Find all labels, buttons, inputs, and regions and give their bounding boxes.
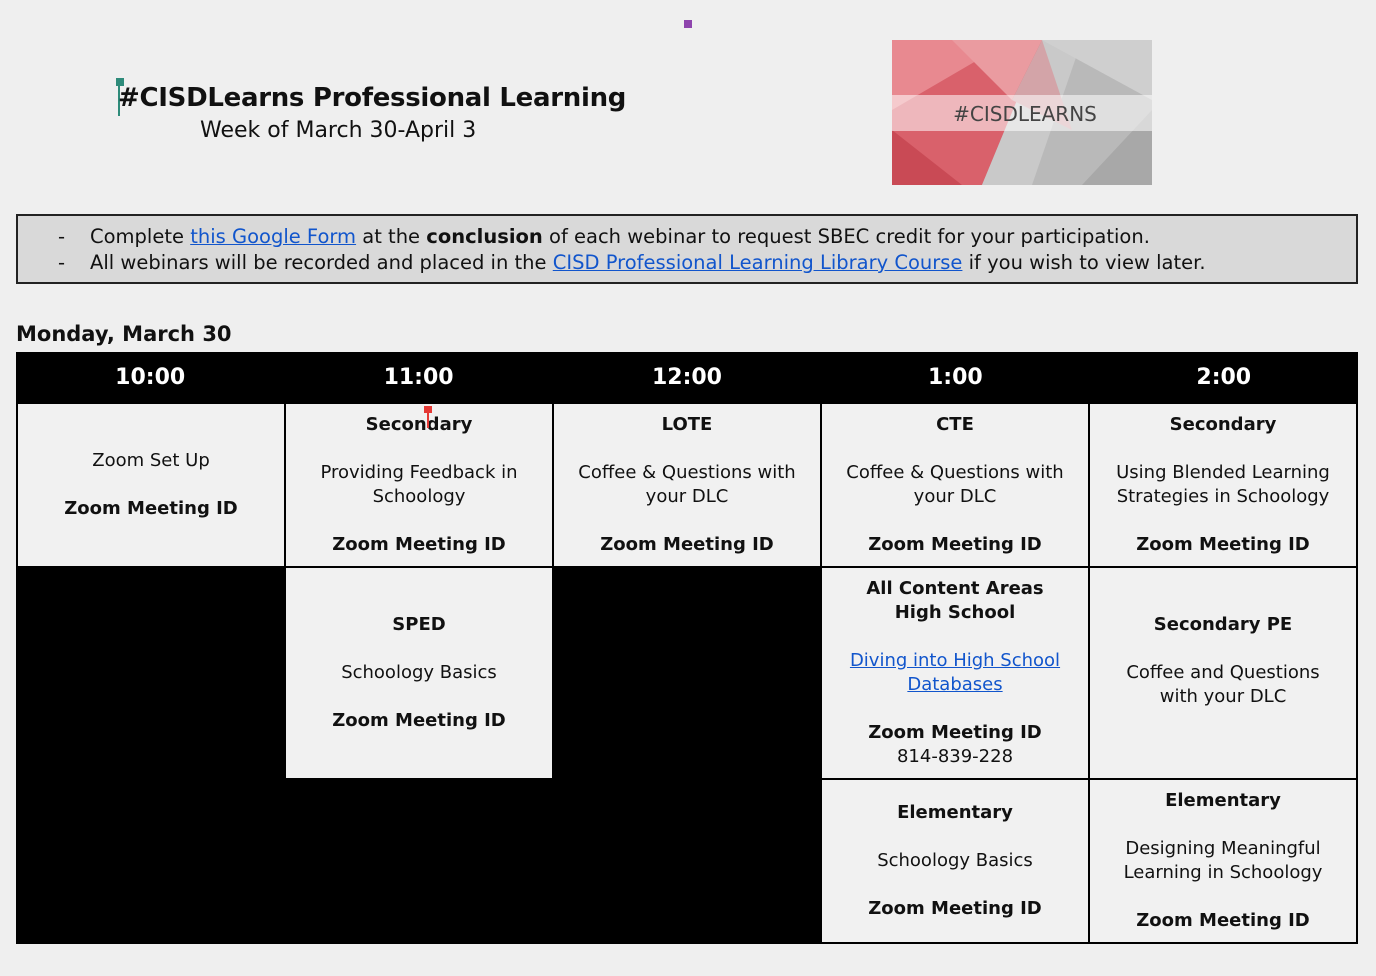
session-cell: Secondary PE Coffee and Questions with y… <box>1090 568 1356 778</box>
zoom-meeting-id-label[interactable]: Zoom Meeting ID <box>1136 909 1310 933</box>
session-title: Coffee & Questions with your DLC <box>846 462 1064 507</box>
databases-course-link[interactable]: Diving into High School Databases <box>840 649 1070 697</box>
session-audience: Secondary PE <box>1153 614 1293 635</box>
session-audience: All Content Areas High School <box>866 578 1044 623</box>
notice-box: - Complete this Google Form at the concl… <box>16 214 1358 284</box>
session-audience: SPED <box>392 614 446 635</box>
session-audience: Elementary <box>897 802 1013 823</box>
zoom-meeting-id-label[interactable]: Zoom Meeting ID <box>332 533 506 557</box>
session-audience: Elementary <box>1165 790 1281 811</box>
time-header-1: 1:00 <box>928 364 983 390</box>
notice-line-1: - Complete this Google Form at the concl… <box>18 224 1356 250</box>
session-title: Providing Feedback in Schoology <box>320 462 518 507</box>
session-audience: LOTE <box>661 414 713 435</box>
time-header-12: 12:00 <box>651 364 722 390</box>
zoom-meeting-id-label[interactable]: Zoom Meeting ID <box>332 709 506 733</box>
page-subtitle: Week of March 30-April 3 <box>200 118 477 143</box>
session-title: Coffee and Questions with your DLC <box>1126 662 1320 707</box>
zoom-meeting-id-label[interactable]: Zoom Meeting ID <box>64 497 238 521</box>
notice-2-suffix: if you wish to view later. <box>962 251 1206 274</box>
session-cell: SPED Schoology Basics Zoom Meeting ID <box>286 568 552 778</box>
time-header-row: 10:00 11:00 12:00 1:00 2:00 <box>16 352 1358 402</box>
zoom-meeting-id-label[interactable]: Zoom Meeting ID <box>868 533 1042 557</box>
zoom-meeting-id-label[interactable]: Zoom Meeting ID <box>1136 533 1310 557</box>
title-block: #CISDLearns Professional Learning Week o… <box>118 78 627 148</box>
zoom-meeting-id-number: 814-839-228 <box>896 746 1014 767</box>
notice-2-prefix: All webinars will be recorded and placed… <box>90 251 553 274</box>
time-header-11: 11:00 <box>383 364 454 390</box>
session-cell: Secondary Using Blended Learning Strateg… <box>1090 404 1356 566</box>
session-cell: CTE Coffee & Questions with your DLC Zoo… <box>822 404 1088 566</box>
session-audience: Secondary <box>1169 414 1277 435</box>
zoom-meeting-id-label[interactable]: Zoom Meeting ID <box>868 721 1042 745</box>
session-cell: Secondary Providing Feedback in Schoolog… <box>286 404 552 566</box>
bullet-dash: - <box>58 251 66 274</box>
page-title: #CISDLearns Professional Learning <box>118 83 627 113</box>
time-header-10: 10:00 <box>115 364 186 390</box>
notice-1-prefix: Complete <box>90 225 191 248</box>
zoom-meeting-id-label[interactable]: Zoom Meeting ID <box>868 897 1042 921</box>
notice-1-bold: conclusion <box>426 225 543 248</box>
anchor-marker <box>684 20 692 28</box>
session-title: Using Blended Learning Strategies in Sch… <box>1116 462 1330 507</box>
google-form-link[interactable]: this Google Form <box>190 224 356 250</box>
notice-line-2: - All webinars will be recorded and plac… <box>18 250 1356 276</box>
comment-marker-stem <box>427 412 429 428</box>
bullet-dash: - <box>58 225 66 248</box>
session-title: Schoology Basics <box>341 662 497 683</box>
zoom-meeting-id-label[interactable]: Zoom Meeting ID <box>600 533 774 557</box>
notice-1-mid: at the <box>356 225 427 248</box>
library-course-link[interactable]: CISD Professional Learning Library Cours… <box>553 250 963 276</box>
schedule-table: 10:00 11:00 12:00 1:00 2:00 Zoom Set Up … <box>16 352 1358 944</box>
notice-1-suffix: of each webinar to request SBEC credit f… <box>542 225 1150 248</box>
cisdlearns-banner-image: #CISDLEARNS <box>892 40 1152 185</box>
session-title: Coffee & Questions with your DLC <box>578 462 796 507</box>
session-title: Zoom Set Up <box>92 450 210 471</box>
session-cell: LOTE Coffee & Questions with your DLC Zo… <box>554 404 820 566</box>
session-cell: Zoom Set Up Zoom Meeting ID <box>18 404 284 566</box>
session-cell: All Content Areas High School Diving int… <box>822 568 1088 778</box>
time-header-2: 2:00 <box>1196 364 1252 390</box>
banner-text: #CISDLEARNS <box>953 102 1097 126</box>
day-heading: Monday, March 30 <box>16 322 232 346</box>
session-audience: Secondary <box>365 414 473 435</box>
session-cell: Elementary Schoology Basics Zoom Meeting… <box>822 780 1088 942</box>
session-title: Designing Meaningful Learning in Schoolo… <box>1123 838 1323 883</box>
session-cell: Elementary Designing Meaningful Learning… <box>1090 780 1356 942</box>
session-title: Schoology Basics <box>877 850 1033 871</box>
session-audience: CTE <box>936 414 974 435</box>
